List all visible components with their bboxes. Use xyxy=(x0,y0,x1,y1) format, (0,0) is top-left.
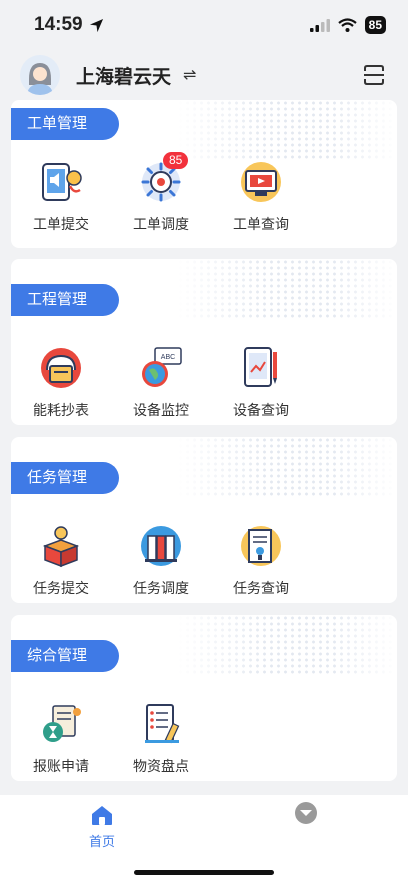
meter-reading-icon xyxy=(41,348,81,388)
item-label: 任务调度 xyxy=(133,580,189,596)
item-label: 设备查询 xyxy=(233,402,289,418)
signal-icon xyxy=(309,18,330,32)
section-engineering: 工程管理 能耗抄表 ABC 设备监控 设备查询 xyxy=(11,259,397,425)
time-text: 14:59 xyxy=(34,14,83,35)
books-dispatch-icon xyxy=(141,526,181,566)
avatar[interactable] xyxy=(20,55,60,95)
company-name[interactable]: 上海碧云天 xyxy=(76,62,171,89)
switch-company-icon[interactable]: ⇌ xyxy=(183,65,196,85)
section-task: 任务管理 任务提交 任务调度 任务查询 xyxy=(11,437,397,603)
decorative-dots xyxy=(177,615,397,675)
item-label: 能耗抄表 xyxy=(33,402,89,418)
abc-text: ABC xyxy=(161,354,175,361)
home-icon xyxy=(92,806,112,825)
device-query-button[interactable]: 设备查询 xyxy=(211,346,311,420)
user-avatar-icon xyxy=(20,55,60,95)
item-label: 物资盘点 xyxy=(133,758,189,774)
location-arrow-icon xyxy=(89,18,103,32)
task-submit-button[interactable]: 任务提交 xyxy=(11,524,111,598)
inventory-count-button[interactable]: 物资盘点 xyxy=(111,702,211,776)
work-order-dispatch-button[interactable]: 85 工单调度 xyxy=(111,152,211,234)
battery-indicator: 85 xyxy=(364,16,386,34)
item-label: 报账申请 xyxy=(33,758,89,774)
status-indicators: 85 xyxy=(309,16,386,34)
section-general: 综合管理 报账申请 物资盘点 xyxy=(11,615,397,781)
device-monitor-button[interactable]: ABC 设备监控 xyxy=(111,346,211,420)
app-header: 上海碧云天 ⇌ xyxy=(0,50,408,100)
item-label: 设备监控 xyxy=(133,402,189,418)
section-title: 综合管理 xyxy=(11,640,119,672)
expense-claim-icon xyxy=(43,705,81,742)
section-title: 工程管理 xyxy=(11,284,119,316)
phone-submit-icon xyxy=(42,163,82,201)
item-label: 任务查询 xyxy=(233,580,289,596)
section-work-order: 工单管理 工单提交 85 工单调度 工单查询 xyxy=(11,100,397,248)
decorative-dots xyxy=(177,437,397,497)
tab-home-label: 首页 xyxy=(88,834,115,849)
item-label: 工单查询 xyxy=(233,216,289,232)
tablet-query-icon xyxy=(244,347,277,387)
task-dispatch-button[interactable]: 任务调度 xyxy=(111,524,211,598)
section-items: 能耗抄表 ABC 设备监控 设备查询 xyxy=(11,346,311,420)
home-indicator xyxy=(134,870,274,875)
globe-monitor-icon: ABC xyxy=(142,347,182,387)
section-title: 工单管理 xyxy=(11,108,119,140)
monitor-query-icon xyxy=(241,162,281,202)
energy-meter-reading-button[interactable]: 能耗抄表 xyxy=(11,346,111,420)
status-bar: 14:59 85 xyxy=(0,0,408,50)
section-items: 任务提交 任务调度 任务查询 xyxy=(11,524,311,598)
tab-home[interactable]: 首页 xyxy=(78,803,126,850)
decorative-dots xyxy=(177,100,397,160)
notification-badge: 85 xyxy=(163,152,189,169)
scroll-query-icon xyxy=(241,526,281,566)
item-label: 工单调度 xyxy=(133,216,189,232)
profile-tab-icon[interactable] xyxy=(294,801,318,825)
box-idea-icon xyxy=(42,526,80,568)
item-label: 任务提交 xyxy=(33,580,89,596)
work-order-submit-button[interactable]: 工单提交 xyxy=(11,160,111,234)
scan-icon[interactable] xyxy=(362,63,386,87)
status-time: 14:59 xyxy=(34,14,104,36)
work-order-query-button[interactable]: 工单查询 xyxy=(211,160,311,234)
item-label: 工单提交 xyxy=(33,216,89,232)
wifi-icon xyxy=(337,18,357,32)
section-items: 工单提交 85 工单调度 工单查询 xyxy=(11,152,311,234)
expense-claim-button[interactable]: 报账申请 xyxy=(11,702,111,776)
decorative-dots xyxy=(177,259,397,319)
notebook-inventory-icon xyxy=(145,704,180,744)
section-items: 报账申请 物资盘点 xyxy=(11,702,211,776)
section-title: 任务管理 xyxy=(11,462,119,494)
task-query-button[interactable]: 任务查询 xyxy=(211,524,311,598)
